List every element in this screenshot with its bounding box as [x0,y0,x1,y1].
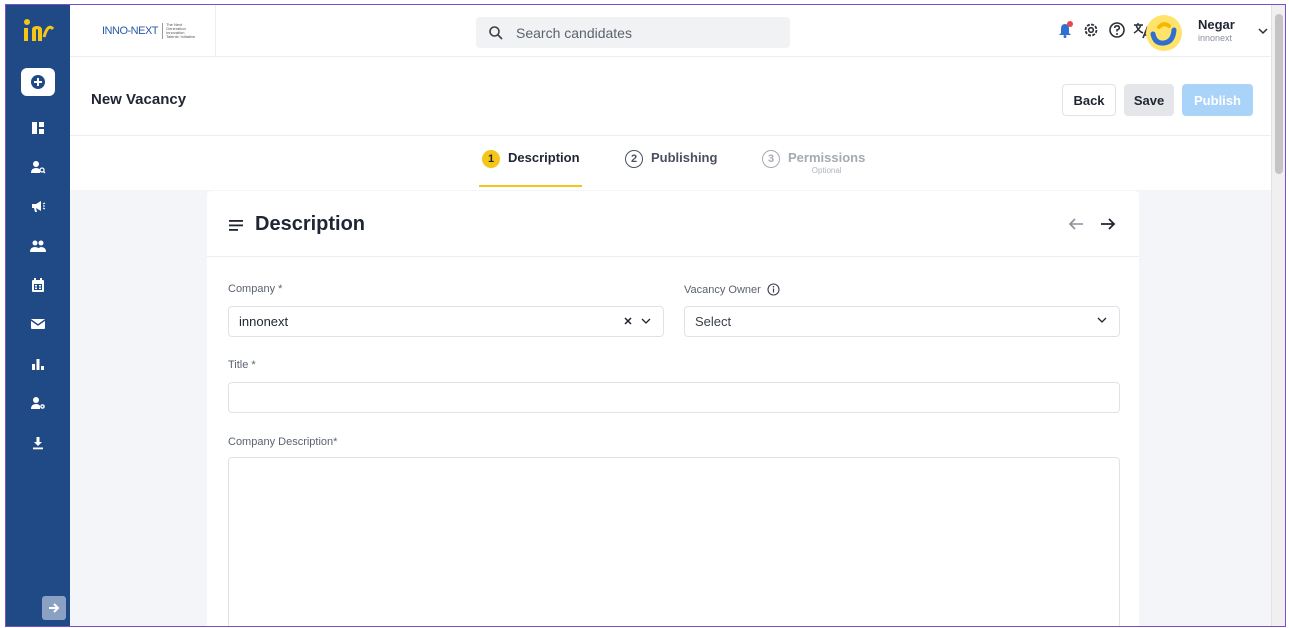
company-description-field[interactable] [228,457,1120,626]
sidebar-item-reports[interactable] [6,347,70,381]
company-description-label: Company Description* [228,436,337,448]
chevron-down-icon[interactable] [1258,27,1268,35]
avatar-logo-icon [1150,22,1177,46]
brand-name: INNO-NEXT [102,25,159,37]
bar-chart-icon [32,359,44,370]
add-button[interactable] [21,68,55,96]
scrollbar-thumb[interactable] [1275,14,1283,174]
arrow-left-icon [1068,218,1083,230]
company-description-input[interactable] [229,458,1119,626]
chevron-down-icon[interactable] [641,317,651,325]
avatar[interactable] [1146,15,1182,51]
user-settings-icon [31,397,45,409]
app-window: INNO-NEXT The Next Generation Innovation… [5,4,1286,627]
vacancy-owner-value: Select [695,314,732,329]
company-value: innonext [239,314,289,329]
user-org: innonext [1198,33,1233,43]
notification-dot [1067,21,1073,27]
vacancy-owner-select[interactable]: Select [684,306,1120,337]
download-icon [33,437,43,450]
sidebar-item-user-settings[interactable] [6,386,70,420]
page-scrollbar[interactable] [1271,5,1285,626]
sidebar-item-candidates[interactable] [6,150,70,184]
title-label-text: Title * [228,359,256,371]
step-number: 1 [482,150,500,168]
users-icon [30,240,46,252]
megaphone-icon [32,201,46,212]
sidebar-item-dashboard[interactable] [6,111,70,145]
title-input[interactable] [239,390,1119,405]
innonext-logo-icon[interactable] [6,5,70,57]
publish-button[interactable]: Publish [1182,84,1253,116]
tab-description[interactable]: 1 Description [482,150,580,168]
expand-sidebar-button[interactable] [42,596,66,620]
title-field[interactable] [228,382,1120,413]
user-menu[interactable]: Negar innonext [1198,17,1235,43]
step-optional-label: Optional [811,166,842,175]
tab-publishing[interactable]: 2 Publishing [625,150,717,168]
sidebar-item-download[interactable] [6,426,70,460]
company-label-text: Company * [228,283,283,295]
brand-tagline: The Next Generation Innovation Talents' … [162,23,196,39]
next-step-button[interactable] [1099,215,1117,233]
calendar-icon [32,278,44,292]
tab-permissions[interactable]: 3 Permissions Optional [762,150,865,175]
mail-icon [30,319,46,329]
card-title: Description [255,213,366,235]
active-step-indicator [479,185,582,187]
company-label: Company * [228,283,282,295]
notifications-button[interactable] [1055,20,1075,40]
search-bar[interactable] [476,17,790,48]
plus-circle-icon [31,75,45,89]
sidebar-item-mail[interactable] [6,307,70,341]
step-label: Permissions [788,150,866,165]
company-description-label-text: Company Description* [228,436,338,448]
page-header: New Vacancy Back Save Publish [70,57,1273,136]
arrow-right-icon [49,603,60,613]
vacancy-owner-label: Vacancy Owner [684,283,780,296]
card-header: Description [207,191,1139,257]
clear-icon[interactable] [623,316,633,326]
step-label: Description [508,150,580,165]
sidebar-item-calendar[interactable] [6,268,70,302]
user-name: Negar [1198,17,1235,32]
arrow-right-icon [1101,218,1116,230]
help-button[interactable] [1107,20,1127,40]
info-icon[interactable] [767,283,780,296]
search-input[interactable] [516,24,776,41]
save-button[interactable]: Save [1124,84,1174,116]
company-select[interactable]: innonext [228,306,664,337]
step-number: 3 [762,150,780,168]
description-card: Description Company * innonext Vacancy O… [207,191,1139,626]
back-button[interactable]: Back [1062,84,1116,116]
step-label: Publishing [651,150,718,165]
top-bar: INNO-NEXT The Next Generation Innovation… [70,5,1273,57]
sidebar-item-users[interactable] [6,229,70,263]
brand-logo[interactable]: INNO-NEXT The Next Generation Innovation… [70,5,216,57]
dashboard-icon [32,122,44,134]
gear-icon [1084,23,1098,37]
sidebar-item-campaigns[interactable] [6,189,70,223]
step-number: 2 [625,150,643,168]
help-icon [1109,22,1125,38]
page-title: New Vacancy [91,91,187,108]
vacancy-owner-label-text: Vacancy Owner [684,283,761,296]
chevron-down-icon[interactable] [1097,316,1107,324]
previous-step-button[interactable] [1067,215,1085,233]
user-search-icon [31,161,46,174]
title-label: Title * [228,359,256,371]
stepper: 1 Description 2 Publishing 3 Permissions… [70,136,1273,190]
settings-button[interactable] [1081,20,1101,40]
menu-lines-icon [229,219,243,231]
search-icon [489,25,503,40]
sidebar [6,5,70,626]
